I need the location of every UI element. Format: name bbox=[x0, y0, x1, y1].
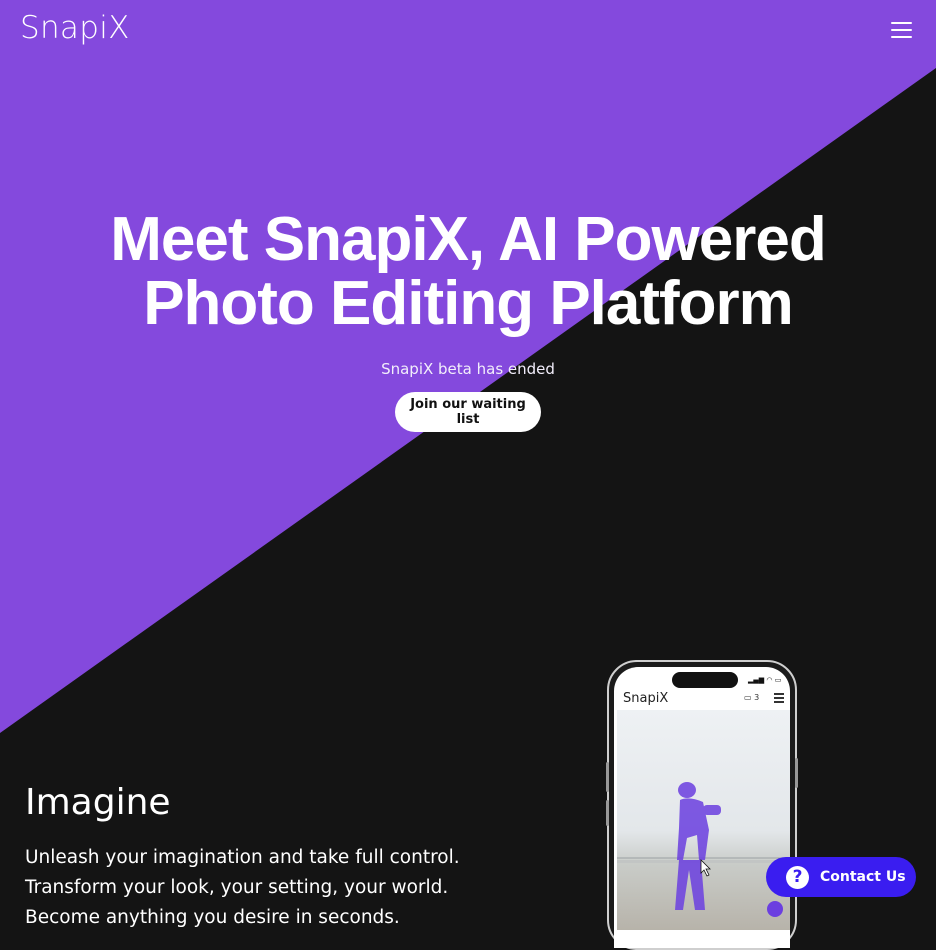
person-walking-image bbox=[617, 782, 790, 917]
hero-title-line-1: Meet SnapiX, AI Powered bbox=[110, 205, 826, 274]
edit-badge-icon bbox=[767, 901, 783, 917]
phone-mockup: ▂▄▆ ◠ ▭ SnapiX ▭ 3 bbox=[606, 660, 798, 950]
hamburger-menu-icon[interactable] bbox=[888, 18, 916, 42]
question-circle-icon: ? bbox=[786, 865, 809, 889]
phone-notch bbox=[672, 672, 738, 688]
join-waiting-list-button[interactable]: Join our waiting list bbox=[395, 392, 541, 432]
site-logo[interactable]: SnapiX bbox=[20, 10, 130, 46]
description-line: Transform your look, your setting, your … bbox=[25, 877, 449, 898]
phone-app-name: SnapiX bbox=[623, 691, 669, 706]
gallery-count-value: 3 bbox=[754, 693, 760, 702]
phone-side-button bbox=[795, 758, 798, 788]
phone-side-button bbox=[606, 800, 609, 826]
signal-wifi-battery-icon: ▂▄▆ ◠ ▭ bbox=[748, 676, 782, 684]
gallery-count: ▭ 3 bbox=[744, 693, 760, 702]
phone-screen: ▂▄▆ ◠ ▭ SnapiX ▭ 3 bbox=[614, 667, 790, 948]
description-line: Unleash your imagination and take full c… bbox=[25, 847, 460, 868]
description-line: Become anything you desire in seconds. bbox=[25, 907, 400, 928]
section-description: Unleash your imagination and take full c… bbox=[25, 843, 505, 933]
contact-us-label: Contact Us bbox=[820, 869, 906, 885]
phone-menu-icon bbox=[774, 693, 784, 703]
section-title-imagine: Imagine bbox=[25, 782, 171, 823]
hero-title: Meet SnapiX, AI Powered Photo Editing Pl… bbox=[0, 208, 936, 336]
beta-status-text: SnapiX beta has ended bbox=[381, 360, 555, 378]
edited-photo bbox=[617, 710, 790, 930]
phone-side-button bbox=[606, 762, 609, 792]
contact-us-button[interactable]: ? Contact Us bbox=[766, 857, 916, 897]
hero-title-line-2: Photo Editing Platform bbox=[143, 269, 794, 338]
